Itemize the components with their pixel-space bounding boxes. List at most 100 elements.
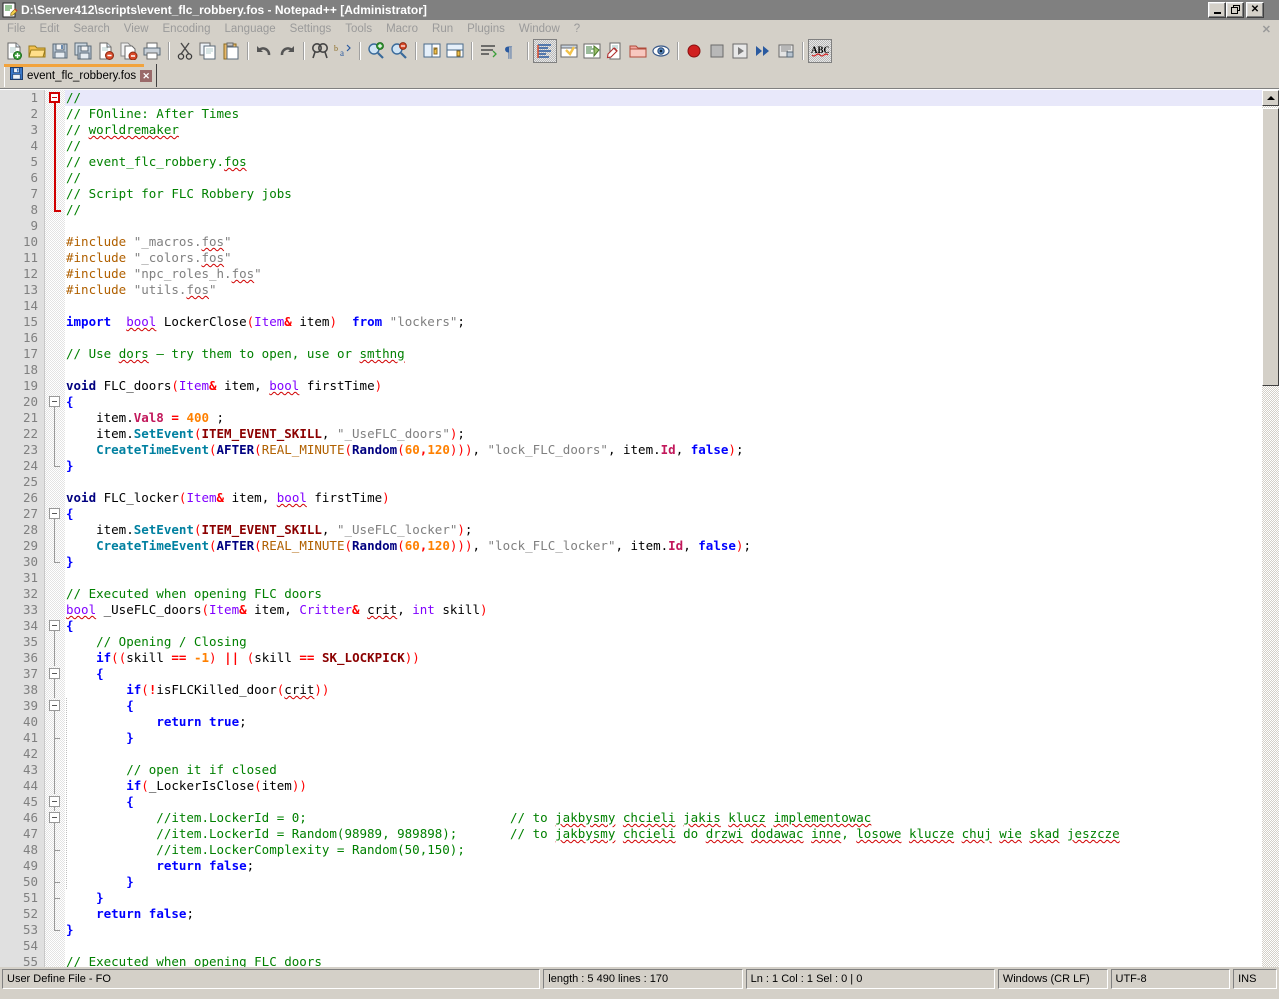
code-line[interactable]: 12 #include "npc_roles_h.fos" (0, 266, 1279, 282)
macro-save-icon[interactable] (775, 40, 797, 62)
show-doc-map-icon[interactable] (581, 40, 603, 62)
function-list-icon[interactable] (604, 40, 626, 62)
menu-item-edit[interactable]: Edit (33, 22, 67, 36)
code-line[interactable]: 30} (0, 554, 1279, 570)
code-line[interactable]: 39 { (0, 698, 1279, 714)
folder-as-workspace-icon[interactable] (627, 40, 649, 62)
code-line[interactable]: 44 if(_LockerIsClose(item)) (0, 778, 1279, 794)
fold-collapse-box[interactable] (49, 620, 60, 631)
fold-collapse-box[interactable] (49, 508, 60, 519)
menu-item-run[interactable]: Run (425, 22, 460, 36)
code-line[interactable]: 28 item.SetEvent(ITEM_EVENT_SKILL, "_Use… (0, 522, 1279, 538)
word-wrap-icon[interactable] (477, 40, 499, 62)
close-all-icon[interactable] (118, 40, 140, 62)
menu-item-language[interactable]: Language (217, 22, 282, 36)
code-line[interactable]: 6 // (0, 170, 1279, 186)
status-eol-format[interactable]: Windows (CR LF) (997, 969, 1108, 989)
code-line[interactable]: 2 // FOnline: After Times (0, 106, 1279, 122)
code-line[interactable]: 17 // Use dors – try them to open, use or… (0, 346, 1279, 362)
code-line[interactable]: 53} (0, 922, 1279, 938)
redo-icon[interactable] (276, 40, 298, 62)
status-encoding[interactable]: UTF-8 (1110, 969, 1231, 989)
code-line[interactable]: 16 (0, 330, 1279, 346)
code-line[interactable]: 19 void FLC_doors(Item& item, bool firstT… (0, 378, 1279, 394)
code-line[interactable]: 22 item.SetEvent(ITEM_EVENT_SKILL, "_Use… (0, 426, 1279, 442)
zoom-out-icon[interactable] (388, 40, 410, 62)
fold-collapse-box[interactable] (49, 796, 60, 807)
vertical-scrollbar[interactable] (1262, 90, 1279, 967)
code-line[interactable]: 45 { (0, 794, 1279, 810)
close-window-button[interactable]: ✕ (1246, 2, 1264, 18)
show-all-characters-icon[interactable]: ¶ (500, 40, 522, 62)
macro-play-icon[interactable] (729, 40, 751, 62)
code-line[interactable]: 51 } (0, 890, 1279, 906)
code-line[interactable]: 54 (0, 938, 1279, 954)
print-icon[interactable] (141, 40, 163, 62)
code-line[interactable]: 23 CreateTimeEvent(AFTER(REAL_MINUTE(Ran… (0, 442, 1279, 458)
status-insert-mode[interactable]: INS (1233, 969, 1277, 989)
menu-item-[interactable]: ? (567, 22, 587, 36)
code-line[interactable]: 41 } (0, 730, 1279, 746)
code-line[interactable]: 46 //item.LockerId = 0; // to jakbysmy ch… (0, 810, 1279, 826)
menu-item-plugins[interactable]: Plugins (460, 22, 512, 36)
code-line[interactable]: 1 // (0, 90, 1279, 106)
code-line[interactable]: 8 // (0, 202, 1279, 218)
code-line[interactable]: 20 { (0, 394, 1279, 410)
code-line[interactable]: 42 (0, 746, 1279, 762)
undo-icon[interactable] (253, 40, 275, 62)
replace-icon[interactable]: ba (332, 40, 354, 62)
menu-item-file[interactable]: File (0, 22, 33, 36)
code-line[interactable]: 36 if((skill == -1) || (skill == SK_LOCK… (0, 650, 1279, 666)
code-line[interactable]: 35 // Opening / Closing (0, 634, 1279, 650)
close-file-icon[interactable] (95, 40, 117, 62)
code-line[interactable]: 29 CreateTimeEvent(AFTER(REAL_MINUTE(Ran… (0, 538, 1279, 554)
maximize-restore-button[interactable] (1226, 2, 1244, 18)
menu-item-window[interactable]: Window (512, 22, 567, 36)
monitoring-icon[interactable] (650, 40, 672, 62)
open-file-icon[interactable] (26, 40, 48, 62)
macro-record-icon[interactable] (683, 40, 705, 62)
code-line[interactable]: 14 (0, 298, 1279, 314)
code-line[interactable]: 47 //item.LockerId = Random(98989, 98989… (0, 826, 1279, 842)
sync-horizontal-scroll-icon[interactable] (444, 40, 466, 62)
code-line[interactable]: 37 { (0, 666, 1279, 682)
code-line[interactable]: 32 // Executed when opening FLC doors (0, 586, 1279, 602)
spell-check-icon[interactable]: ABC (808, 39, 832, 63)
menu-item-settings[interactable]: Settings (283, 22, 339, 36)
code-line[interactable]: 50 } (0, 874, 1279, 890)
fold-collapse-box[interactable] (49, 668, 60, 679)
code-line[interactable]: 24} (0, 458, 1279, 474)
menu-item-view[interactable]: View (117, 22, 156, 36)
macro-playback-multiple-icon[interactable] (752, 40, 774, 62)
menu-item-tools[interactable]: Tools (338, 22, 379, 36)
scrollbar-thumb[interactable] (1262, 108, 1279, 386)
cut-icon[interactable] (174, 40, 196, 62)
tab-event-flc-robbery[interactable]: event_flc_robbery.fos ✕ (4, 64, 158, 87)
code-line[interactable]: 9 (0, 218, 1279, 234)
code-line[interactable]: 49 return false; (0, 858, 1279, 874)
tab-close-icon[interactable]: ✕ (140, 69, 153, 82)
menu-item-encoding[interactable]: Encoding (156, 22, 218, 36)
code-line[interactable]: 10 #include "_macros.fos" (0, 234, 1279, 250)
code-line[interactable]: 40 return true; (0, 714, 1279, 730)
code-line[interactable]: 11 #include "_colors.fos" (0, 250, 1279, 266)
code-line[interactable]: 52 return false; (0, 906, 1279, 922)
code-line[interactable]: 33 bool _UseFLC_doors(Item& item, Critter… (0, 602, 1279, 618)
paste-icon[interactable] (220, 40, 242, 62)
code-editor[interactable]: 1 // 2 // FOnline: After Times 3 // worldrema… (0, 89, 1279, 967)
code-line[interactable]: 18 (0, 362, 1279, 378)
fold-collapse-box[interactable] (49, 396, 60, 407)
close-document-x-button[interactable]: ✕ (1262, 23, 1271, 36)
fold-collapse-box[interactable] (49, 700, 60, 711)
code-line[interactable]: 34 { (0, 618, 1279, 634)
code-line[interactable]: 3 // worldremaker (0, 122, 1279, 138)
save-all-icon[interactable] (72, 40, 94, 62)
minimize-button[interactable] (1208, 2, 1226, 18)
code-line[interactable]: 7 // Script for FLC Robbery jobs (0, 186, 1279, 202)
menu-item-macro[interactable]: Macro (379, 22, 425, 36)
macro-stop-icon[interactable] (706, 40, 728, 62)
new-file-icon[interactable] (3, 40, 25, 62)
code-line[interactable]: 55 // Executed when opening FLC doors (0, 954, 1279, 967)
zoom-in-icon[interactable] (365, 40, 387, 62)
fold-collapse-box[interactable] (49, 92, 60, 103)
